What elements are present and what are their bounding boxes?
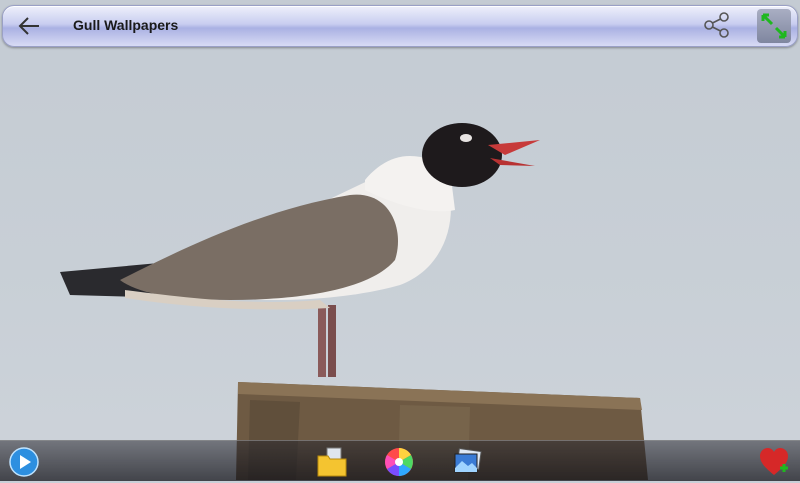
gull-photo [60, 123, 648, 480]
action-bar: Gull Wallpapers [2, 5, 798, 47]
play-icon[interactable] [8, 446, 40, 478]
gallery-icon[interactable] [452, 446, 484, 478]
color-wheel-icon[interactable] [383, 446, 415, 478]
fit-screen-icon[interactable] [757, 9, 791, 43]
folder-icon[interactable] [316, 446, 348, 478]
page-title: Gull Wallpapers [73, 17, 179, 33]
share-icon[interactable] [703, 11, 731, 39]
wallpaper-image[interactable] [0, 0, 800, 480]
bottom-toolbar [0, 440, 800, 481]
back-arrow-icon[interactable] [13, 10, 45, 42]
heart-add-icon[interactable] [758, 446, 790, 478]
